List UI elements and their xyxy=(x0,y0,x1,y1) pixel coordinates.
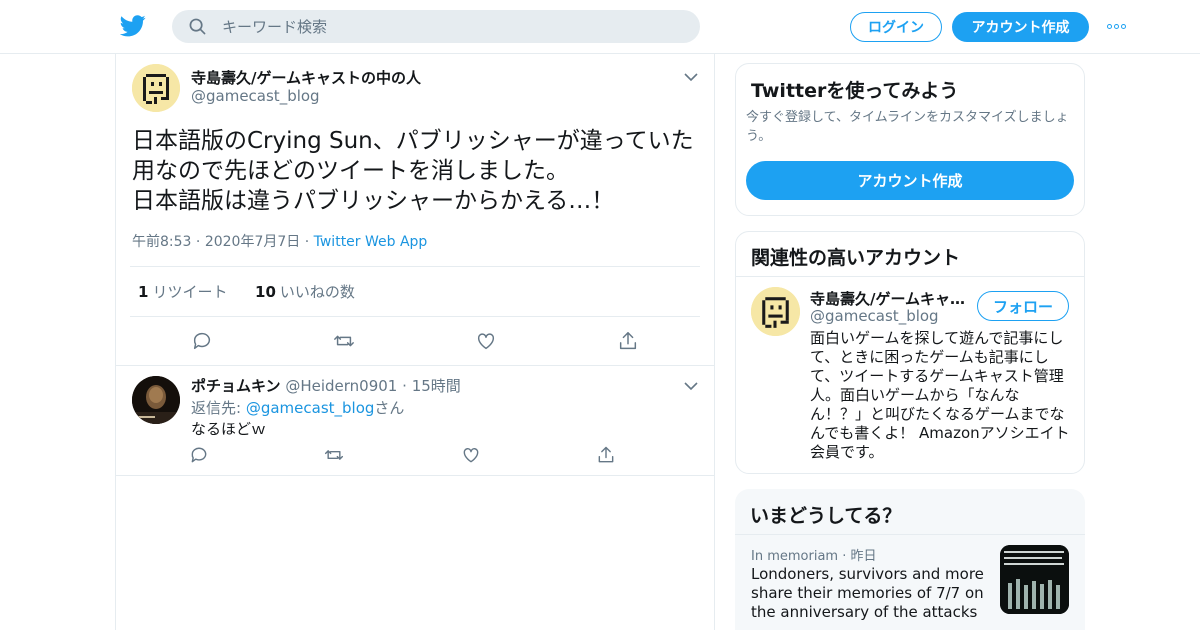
retweet-icon[interactable] xyxy=(333,330,355,352)
memorial-image-icon xyxy=(1000,545,1069,614)
divider xyxy=(130,266,700,267)
reply-header: ポチョムキン @Heidern0901 · 15時間 xyxy=(191,377,461,395)
reply-icon[interactable] xyxy=(189,445,209,465)
more-options-icon[interactable] xyxy=(1107,17,1131,35)
share-icon[interactable] xyxy=(617,330,639,352)
related-accounts-card: 関連性の高いアカウント 寺島壽久/ゲームキャ… @gamecast_blog フ… xyxy=(735,231,1085,474)
tweet-source[interactable]: Twitter Web App xyxy=(314,234,428,250)
tweet-stats: 1 リツイート 10 いいねの数 xyxy=(138,281,355,302)
reply-author-name[interactable]: ポチョムキン xyxy=(191,377,281,395)
author-handle[interactable]: @gamecast_blog xyxy=(191,87,320,105)
tweet-time[interactable]: 午前8:53 xyxy=(132,234,191,250)
signup-card: Twitterを使ってみよう 今すぐ登録して、タイムラインをカスタマイズしましょ… xyxy=(735,63,1085,216)
twitter-logo-icon[interactable] xyxy=(120,14,146,38)
like-stat[interactable]: 10 いいねの数 xyxy=(255,283,355,301)
chevron-down-icon[interactable] xyxy=(684,72,698,82)
reply-author-handle[interactable]: @Heidern0901 xyxy=(285,377,397,395)
reply-to-link[interactable]: @gamecast_blog xyxy=(246,399,375,417)
top-navbar: ログイン アカウント作成 xyxy=(0,0,1200,54)
retweet-icon[interactable] xyxy=(324,445,344,465)
like-icon[interactable] xyxy=(461,445,481,465)
chevron-down-icon[interactable] xyxy=(684,381,698,391)
reply-time[interactable]: 15時間 xyxy=(412,377,461,395)
trends-card-title: いまどうしてる？ xyxy=(750,505,902,527)
search-icon xyxy=(189,18,206,35)
tweet-column: 寺島壽久/ゲームキャストの中の人 @gamecast_blog 日本語版のCry… xyxy=(115,54,715,630)
pixel-face-icon xyxy=(751,287,800,336)
reply-author-avatar[interactable] xyxy=(132,376,180,424)
divider xyxy=(116,475,714,476)
retweet-stat[interactable]: 1 リツイート xyxy=(138,283,227,301)
tweet-date[interactable]: 2020年7月7日 xyxy=(205,234,300,250)
divider xyxy=(736,276,1084,277)
login-button[interactable]: ログイン xyxy=(850,12,942,42)
related-account-bio: 面白いゲームを探して遊んで記事にして、ときに困ったゲームも記事にして、ツイートす… xyxy=(810,329,1070,461)
signup-button[interactable]: アカウント作成 xyxy=(952,12,1089,42)
trends-card: いまどうしてる？ In memoriam · 昨日 Londoners, sur… xyxy=(735,489,1085,630)
tweet-text: 日本語版のCrying Sun、パブリッシャーが違っていた 用なので先ほどのツイ… xyxy=(132,128,694,214)
pixel-face-icon xyxy=(132,64,180,112)
signup-card-button[interactable]: アカウント作成 xyxy=(746,161,1074,200)
share-icon[interactable] xyxy=(596,445,616,465)
divider xyxy=(130,316,700,317)
reply-to-line: 返信先: @gamecast_blogさん xyxy=(191,399,405,417)
tweet-meta: 午前8:53 · 2020年7月7日 · Twitter Web App xyxy=(132,234,428,250)
signup-card-subtitle: 今すぐ登録して、タイムラインをカスタマイズしましょう。 xyxy=(746,110,1069,144)
follow-button[interactable]: フォロー xyxy=(977,291,1069,321)
author-avatar[interactable] xyxy=(132,64,180,112)
trend-time: 昨日 xyxy=(850,549,877,564)
trend-headline[interactable]: Londoners, survivors and more share thei… xyxy=(751,565,991,622)
related-account-handle[interactable]: @gamecast_blog xyxy=(810,307,939,325)
author-name[interactable]: 寺島壽久/ゲームキャストの中の人 xyxy=(191,67,421,88)
search-input[interactable] xyxy=(222,10,682,43)
portrait-icon xyxy=(132,376,180,424)
trend-meta: In memoriam · 昨日 xyxy=(751,549,877,564)
trend-category: In memoriam xyxy=(751,549,839,564)
divider xyxy=(735,534,1085,535)
search-box[interactable] xyxy=(172,10,700,43)
reply-icon[interactable] xyxy=(191,330,213,352)
related-account-avatar[interactable] xyxy=(751,287,800,336)
reply-text: なるほどｗ xyxy=(191,420,267,438)
divider xyxy=(116,365,714,366)
signup-card-title: Twitterを使ってみよう xyxy=(751,80,959,102)
related-card-title: 関連性の高いアカウント xyxy=(751,247,961,269)
related-account-name[interactable]: 寺島壽久/ゲームキャ… xyxy=(810,288,965,309)
trend-thumbnail[interactable] xyxy=(1000,545,1069,614)
like-icon[interactable] xyxy=(475,330,497,352)
